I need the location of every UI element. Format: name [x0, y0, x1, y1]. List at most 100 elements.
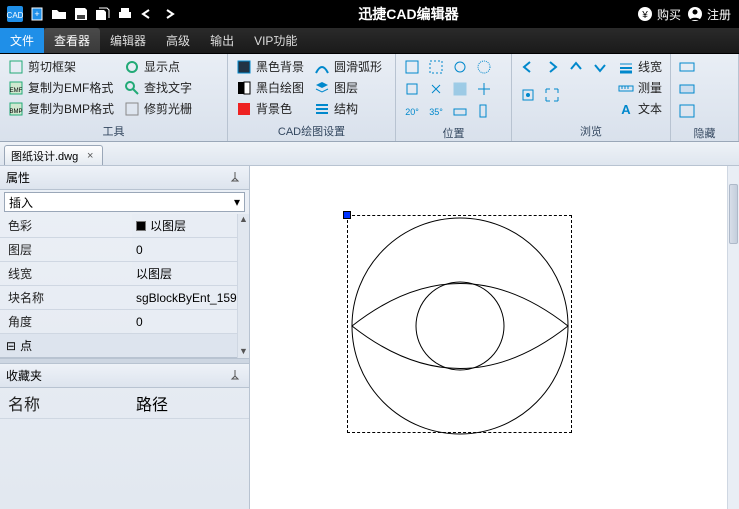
pos-btn-11[interactable]: [450, 101, 470, 121]
prop-row-angle[interactable]: 角度 0: [0, 310, 249, 334]
ribbon: 剪切框架 EMF复制为EMF格式 BMP复制为BMP格式 显示点 查找文字 修剪…: [0, 54, 739, 142]
print-icon[interactable]: [114, 3, 136, 25]
redo-icon[interactable]: [158, 3, 180, 25]
svg-text:BMP: BMP: [9, 109, 22, 115]
svg-text:¥: ¥: [641, 10, 648, 21]
layer-button[interactable]: 图层: [312, 78, 384, 97]
document-tab[interactable]: 图纸设计.dwg ×: [4, 145, 103, 165]
menu-editor[interactable]: 编辑器: [100, 28, 156, 53]
copy-emf-button[interactable]: EMF复制为EMF格式: [6, 78, 116, 97]
bgcolor-icon: [236, 101, 252, 117]
pin-icon[interactable]: [229, 369, 243, 383]
pos-btn-3[interactable]: [450, 57, 470, 77]
show-points-button[interactable]: 显示点: [122, 57, 194, 76]
work-area: 属性 插入 ▾ 色彩 以图层▾ 图层 0 线宽 以图层 块名称 sgBlockB…: [0, 166, 739, 509]
save-all-icon[interactable]: [92, 3, 114, 25]
trim-icon: [124, 101, 140, 117]
pos-btn-5[interactable]: [402, 79, 422, 99]
menu-bar: 文件 查看器 编辑器 高级 输出 VIP功能: [0, 28, 739, 54]
pos-btn-9[interactable]: 20°: [402, 101, 422, 121]
nav-right[interactable]: [542, 57, 562, 77]
new-icon[interactable]: +: [26, 3, 48, 25]
struct-button[interactable]: 结构: [312, 99, 384, 118]
minus-icon: ⊟: [6, 339, 16, 353]
prop-row-linewidth[interactable]: 线宽 以图层: [0, 262, 249, 286]
menu-output[interactable]: 输出: [200, 28, 244, 53]
group-cad: 黑色背景 黑白绘图 背景色 圆滑弧形 图层 结构 CAD绘图设置: [228, 54, 396, 141]
black-bg-button[interactable]: 黑色背景: [234, 57, 306, 76]
chevron-down-icon: ▾: [234, 195, 240, 209]
pos-btn-4[interactable]: [474, 57, 494, 77]
pos-btn-10[interactable]: 35°: [426, 101, 446, 121]
black-bg-icon: [236, 59, 252, 75]
hide-btn-2[interactable]: [677, 79, 697, 99]
group-browse: 线宽 测量 A文本 浏览: [512, 54, 671, 141]
nav-extent[interactable]: [542, 85, 562, 105]
close-tab-icon[interactable]: ×: [84, 150, 96, 162]
selection-handle[interactable]: [343, 211, 351, 219]
svg-text:EMF: EMF: [10, 88, 23, 94]
find-text-button[interactable]: 查找文字: [122, 78, 194, 97]
svg-text:20°: 20°: [405, 107, 419, 117]
side-panel: 属性 插入 ▾ 色彩 以图层▾ 图层 0 线宽 以图层 块名称 sgBlockB…: [0, 166, 250, 509]
points-icon: [124, 59, 140, 75]
app-icon[interactable]: CAD: [4, 3, 26, 25]
arc-icon: [314, 59, 330, 75]
pos-btn-7[interactable]: [450, 79, 470, 99]
group-hide: 隐藏: [671, 54, 739, 141]
svg-text:A: A: [621, 102, 631, 117]
nav-left[interactable]: [518, 57, 538, 77]
drawing-canvas[interactable]: [250, 166, 727, 509]
crop-frame-button[interactable]: 剪切框架: [6, 57, 116, 76]
bg-color-button[interactable]: 背景色: [234, 99, 306, 118]
title-bar: CAD + 迅捷CAD编辑器 ¥购买 注册: [0, 0, 739, 28]
text-button[interactable]: A文本: [616, 99, 664, 118]
menu-advanced[interactable]: 高级: [156, 28, 200, 53]
pos-btn-2[interactable]: [426, 57, 446, 77]
document-tab-label: 图纸设计.dwg: [11, 148, 78, 164]
pos-btn-1[interactable]: [402, 57, 422, 77]
pos-btn-6[interactable]: [426, 79, 446, 99]
buy-button[interactable]: ¥购买: [637, 6, 681, 23]
register-button[interactable]: 注册: [687, 6, 731, 23]
group-browse-title: 浏览: [512, 122, 670, 141]
svg-text:+: +: [34, 9, 39, 19]
insert-dropdown[interactable]: 插入 ▾: [4, 192, 245, 212]
favorites-header: 收藏夹: [0, 364, 249, 388]
undo-icon[interactable]: [136, 3, 158, 25]
pos-btn-12[interactable]: [474, 101, 494, 121]
nav-down[interactable]: [590, 57, 610, 77]
nav-home[interactable]: [518, 85, 538, 105]
pin-icon[interactable]: [229, 171, 243, 185]
group-hide-title: 隐藏: [671, 124, 738, 143]
trim-raster-button[interactable]: 修剪光栅: [122, 99, 194, 118]
nav-up[interactable]: [566, 57, 586, 77]
measure-button[interactable]: 测量: [616, 78, 664, 97]
selection-box: [347, 215, 572, 433]
crop-icon: [8, 59, 24, 75]
linewidth-button[interactable]: 线宽: [616, 57, 664, 76]
menu-file[interactable]: 文件: [0, 28, 44, 53]
point-section[interactable]: ⊟ 点: [0, 334, 249, 358]
prop-row-blockname[interactable]: 块名称 sgBlockByEnt_1598: [0, 286, 249, 310]
prop-row-layer[interactable]: 图层 0: [0, 238, 249, 262]
text-icon: A: [618, 101, 634, 117]
pos-btn-8[interactable]: [474, 79, 494, 99]
favorites-title: 收藏夹: [6, 367, 42, 384]
open-icon[interactable]: [48, 3, 70, 25]
save-icon[interactable]: [70, 3, 92, 25]
bw-plot-button[interactable]: 黑白绘图: [234, 78, 306, 97]
hide-btn-3[interactable]: [677, 101, 697, 121]
group-cad-title: CAD绘图设置: [228, 122, 395, 141]
hide-btn-1[interactable]: [677, 57, 697, 77]
prop-row-color[interactable]: 色彩 以图层▾: [0, 214, 249, 238]
menu-vip[interactable]: VIP功能: [244, 28, 307, 53]
quick-access-toolbar: CAD +: [0, 3, 180, 25]
emf-icon: EMF: [8, 80, 24, 96]
copy-bmp-button[interactable]: BMP复制为BMP格式: [6, 99, 116, 118]
properties-scrollbar[interactable]: ▲ ▼: [237, 214, 249, 358]
bmp-icon: BMP: [8, 101, 24, 117]
register-label: 注册: [707, 6, 731, 23]
menu-viewer[interactable]: 查看器: [44, 28, 100, 53]
arc-button[interactable]: 圆滑弧形: [312, 57, 384, 76]
